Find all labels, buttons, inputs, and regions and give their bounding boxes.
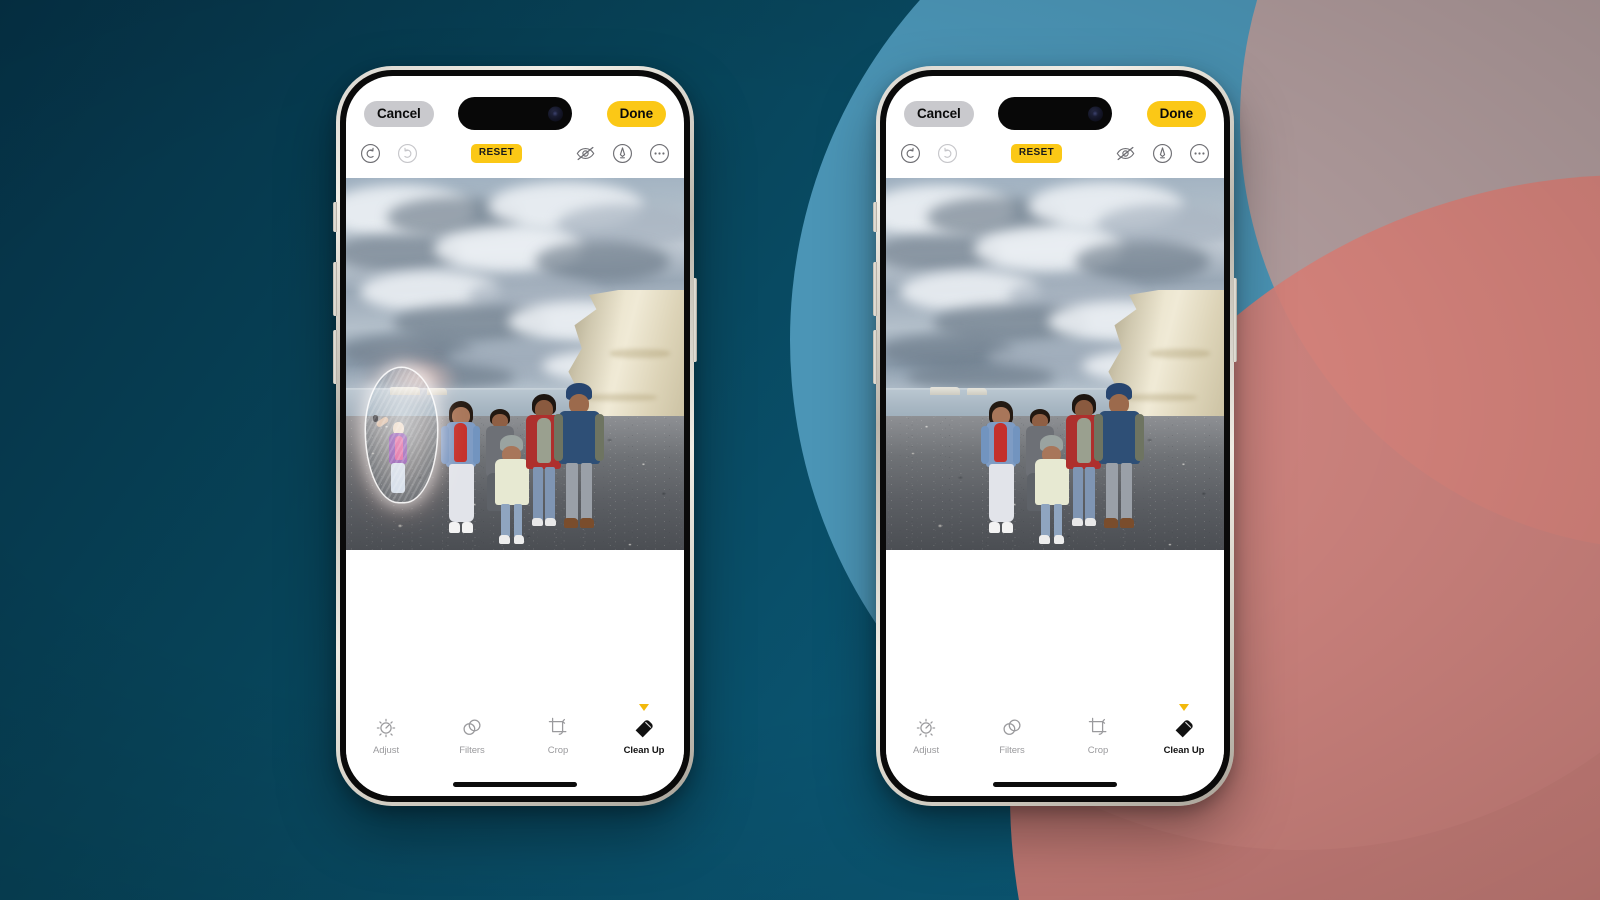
edit-tool-tabs: Adjust Filters Crop Clean Up bbox=[886, 704, 1224, 756]
eye-slash-icon[interactable] bbox=[575, 143, 596, 164]
action-button[interactable] bbox=[873, 202, 877, 232]
cliff-streak bbox=[1149, 349, 1211, 359]
cleanup-lens-flare bbox=[383, 356, 458, 402]
done-button[interactable]: Done bbox=[606, 100, 666, 128]
undo-arrow-icon[interactable] bbox=[900, 143, 921, 164]
cliff-streak bbox=[609, 349, 671, 359]
redo-arrow-icon[interactable] bbox=[937, 143, 958, 164]
cancel-button[interactable]: Cancel bbox=[364, 100, 434, 128]
photo-canvas-before[interactable] bbox=[346, 178, 684, 550]
power-button[interactable] bbox=[1233, 278, 1237, 362]
tool-label: Adjust bbox=[912, 745, 940, 756]
tool-crop[interactable]: Crop bbox=[530, 715, 586, 756]
distant-cliff bbox=[929, 387, 961, 396]
dynamic-island bbox=[458, 97, 572, 130]
tool-cleanup[interactable]: Clean Up bbox=[616, 704, 672, 756]
home-indicator[interactable] bbox=[993, 782, 1117, 787]
phone-bezel: Cancel Done RESET Adjust Filters Crop Cl… bbox=[340, 70, 690, 802]
cleanup-eraser-icon bbox=[1172, 715, 1196, 739]
redo-arrow-icon[interactable] bbox=[397, 143, 418, 164]
iphone-after: Cancel Done RESET Adjust Filters Crop Cl… bbox=[873, 66, 1237, 806]
phone-bezel: Cancel Done RESET Adjust Filters Crop Cl… bbox=[880, 70, 1230, 802]
wallpaper-vignette bbox=[0, 0, 1600, 900]
home-indicator[interactable] bbox=[453, 782, 577, 787]
tool-adjust[interactable]: Adjust bbox=[358, 715, 414, 756]
markup-pen-icon[interactable] bbox=[1152, 143, 1173, 164]
active-tool-marker bbox=[639, 704, 649, 711]
reset-button[interactable]: RESET bbox=[1010, 143, 1063, 163]
action-button[interactable] bbox=[333, 202, 337, 232]
volume-down-button[interactable] bbox=[873, 330, 877, 384]
front-camera-icon bbox=[548, 106, 563, 121]
volume-down-button[interactable] bbox=[333, 330, 337, 384]
beach-family-photo-cleaned bbox=[886, 178, 1224, 550]
tool-label: Filters bbox=[459, 745, 485, 756]
tool-adjust[interactable]: Adjust bbox=[898, 715, 954, 756]
adjust-dial-icon bbox=[914, 715, 938, 739]
tool-crop[interactable]: Crop bbox=[1070, 715, 1126, 756]
phone-screen-before: Cancel Done RESET Adjust Filters Crop Cl… bbox=[346, 76, 684, 796]
editor-action-bar: RESET bbox=[346, 136, 684, 170]
tool-filters[interactable]: Filters bbox=[984, 715, 1040, 756]
cancel-button[interactable]: Cancel bbox=[904, 100, 974, 128]
volume-up-button[interactable] bbox=[873, 262, 877, 316]
volume-up-button[interactable] bbox=[333, 262, 337, 316]
tool-label: Clean Up bbox=[623, 745, 665, 756]
beach-family-photo bbox=[346, 178, 684, 550]
cloud bbox=[1075, 241, 1211, 283]
cloud bbox=[535, 241, 671, 283]
person-man-navy bbox=[1092, 382, 1146, 532]
filters-circles-icon bbox=[1000, 715, 1024, 739]
iphone-before: Cancel Done RESET Adjust Filters Crop Cl… bbox=[333, 66, 697, 806]
ellipsis-icon[interactable] bbox=[649, 143, 670, 164]
distant-cliff bbox=[967, 387, 988, 395]
undo-arrow-icon[interactable] bbox=[360, 143, 381, 164]
wallpaper-background bbox=[0, 0, 1600, 900]
phone-screen-after: Cancel Done RESET Adjust Filters Crop Cl… bbox=[886, 76, 1224, 796]
editor-bottom-panel: Adjust Filters Crop Clean Up bbox=[886, 550, 1224, 796]
filters-circles-icon bbox=[460, 715, 484, 739]
crop-frame-icon bbox=[1086, 715, 1110, 739]
reset-button[interactable]: RESET bbox=[470, 143, 523, 163]
tool-filters[interactable]: Filters bbox=[444, 715, 500, 756]
editor-bottom-panel: Adjust Filters Crop Clean Up bbox=[346, 550, 684, 796]
tool-label: Clean Up bbox=[1163, 745, 1205, 756]
tool-label: Filters bbox=[999, 745, 1025, 756]
tool-cleanup[interactable]: Clean Up bbox=[1156, 704, 1212, 756]
tool-label: Crop bbox=[1087, 745, 1109, 756]
done-button[interactable]: Done bbox=[1146, 100, 1206, 128]
tool-label: Adjust bbox=[372, 745, 400, 756]
eye-slash-icon[interactable] bbox=[1115, 143, 1136, 164]
tool-label: Crop bbox=[547, 745, 569, 756]
editor-action-bar: RESET bbox=[886, 136, 1224, 170]
photo-canvas-after[interactable] bbox=[886, 178, 1224, 550]
ellipsis-icon[interactable] bbox=[1189, 143, 1210, 164]
crop-frame-icon bbox=[546, 715, 570, 739]
cleanup-eraser-icon bbox=[632, 715, 656, 739]
power-button[interactable] bbox=[693, 278, 697, 362]
front-camera-icon bbox=[1088, 106, 1103, 121]
adjust-dial-icon bbox=[374, 715, 398, 739]
edit-tool-tabs: Adjust Filters Crop Clean Up bbox=[346, 704, 684, 756]
cloud bbox=[906, 364, 1055, 391]
active-tool-marker bbox=[1179, 704, 1189, 711]
markup-pen-icon[interactable] bbox=[612, 143, 633, 164]
person-man-navy bbox=[552, 382, 606, 532]
dynamic-island bbox=[998, 97, 1112, 130]
